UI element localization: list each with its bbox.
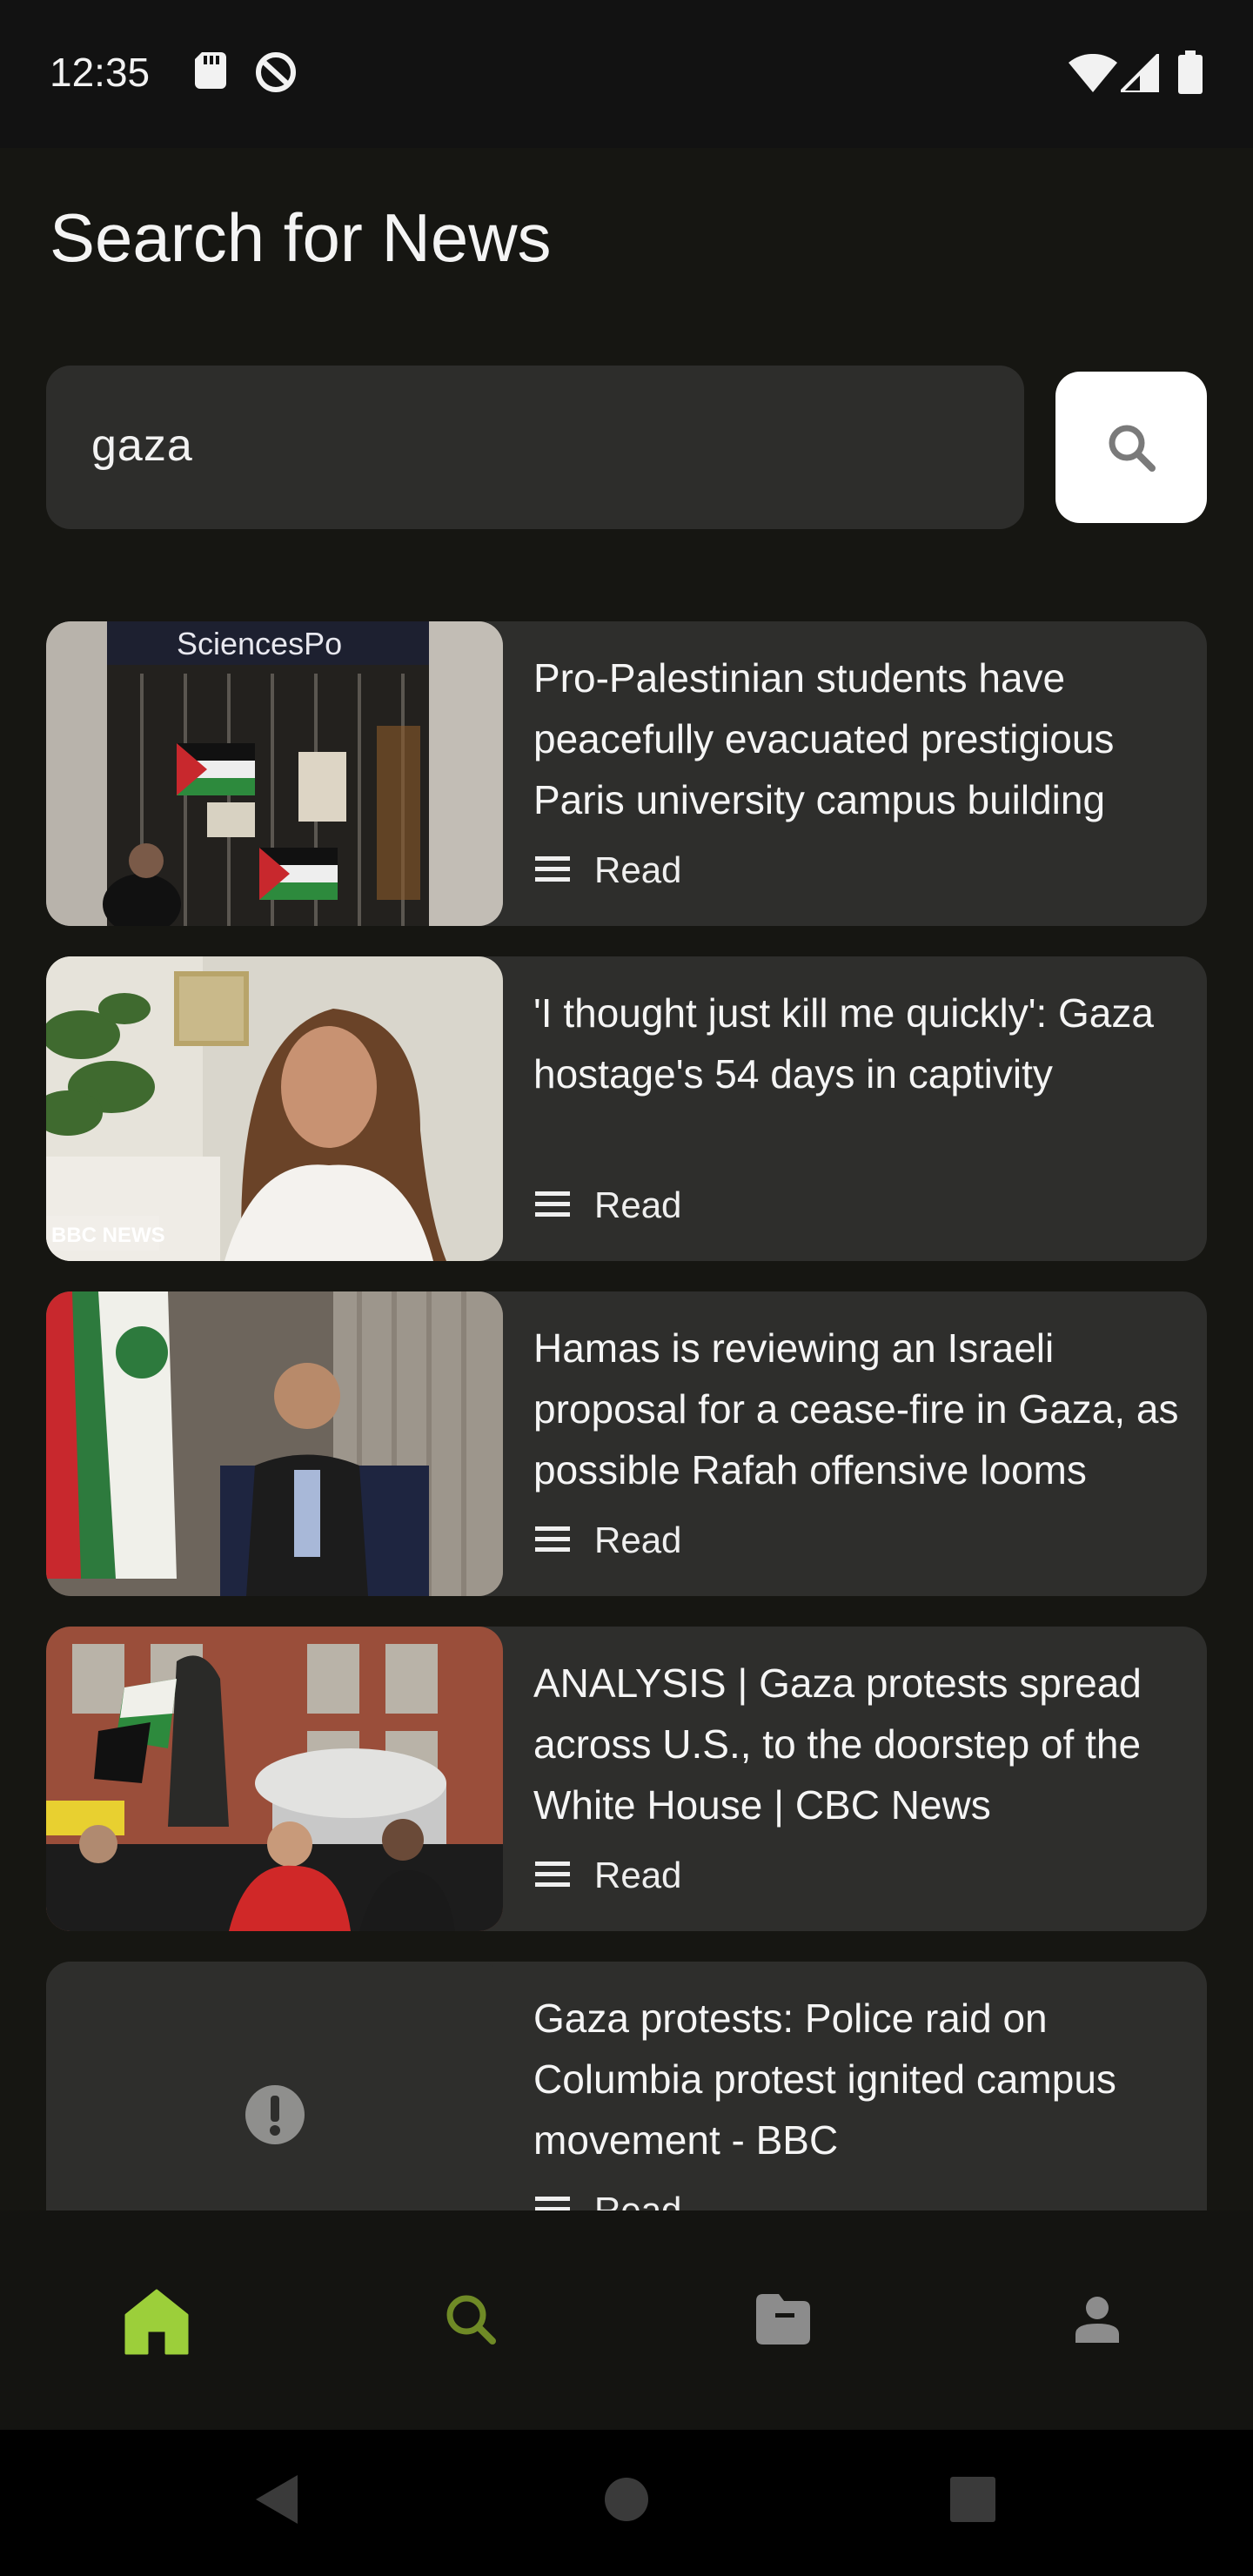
back-icon[interactable] [254,2473,299,2526]
thumbnail-logo-text: BBC NEWS [51,1224,165,1247]
status-time: 12:35 [50,50,151,95]
article-title[interactable]: 'I thought just kill me quickly': Gaza h… [533,983,1203,1104]
wifi-icon [1069,53,1117,97]
menu-lines-icon [535,2197,570,2210]
news-card[interactable]: Gaza protests: Police raid on Columbia p… [46,1962,1207,2210]
menu-lines-icon [535,856,570,882]
article-thumbnail-placeholder [46,1962,503,2210]
person-icon [1075,2297,1119,2343]
home-icon [124,2289,189,2355]
article-title[interactable]: Pro-Palestinian students have peacefully… [533,647,1203,830]
menu-lines-icon [535,1191,570,1217]
image-error-icon [245,2085,305,2144]
page-title: Search for News [50,199,552,276]
menu-lines-icon [535,1526,570,1552]
search-icon [1109,425,1156,472]
article-thumbnail: SciencesPo [46,621,503,926]
status-bar: 12:35 [0,0,1253,148]
article-title[interactable]: Hamas is reviewing an Israeli proposal f… [533,1318,1203,1500]
search-input[interactable]: gaza [46,366,1024,529]
nav-home[interactable] [124,2289,189,2359]
folder-icon [756,2294,810,2345]
article-title[interactable]: ANALYSIS | Gaza protests spread across U… [533,1653,1203,1835]
read-label: Read [594,849,682,890]
nav-saved[interactable] [756,2294,810,2349]
home-circle-icon[interactable] [604,2477,649,2522]
thumbnail-sign-text: SciencesPo [177,626,342,661]
menu-lines-icon [535,1862,570,1887]
news-feed[interactable]: SciencesPo Pro-Palestinian students have… [46,621,1207,2210]
news-card[interactable]: ANALYSIS | Gaza protests spread across U… [46,1627,1207,1931]
nav-search[interactable] [444,2292,498,2351]
article-thumbnail [46,1291,503,1596]
bottom-navigation [0,2210,1253,2430]
news-card[interactable]: SciencesPo Pro-Palestinian students have… [46,621,1207,926]
system-navigation-bar [0,2430,1253,2576]
read-label: Read [594,1519,682,1560]
data-saver-icon [254,50,298,98]
article-thumbnail: BBC NEWS [46,956,503,1261]
signal-icon [1116,50,1161,97]
read-label: Read [594,1855,682,1895]
nav-profile[interactable] [1075,2296,1119,2347]
article-title[interactable]: Gaza protests: Police raid on Columbia p… [533,1988,1203,2170]
news-card[interactable]: Hamas is reviewing an Israeli proposal f… [46,1291,1207,1596]
app-content: Search for News gaza SciencesPo Pro-Pale… [0,148,1253,2430]
search-button[interactable] [1055,372,1207,523]
sd-card-icon [195,52,226,93]
battery-icon [1178,50,1203,98]
article-thumbnail [46,1627,503,1931]
search-input-value: gaza [91,420,193,471]
search-icon [446,2295,496,2345]
read-label: Read [594,1184,682,1225]
news-card[interactable]: BBC NEWS 'I thought just kill me quickly… [46,956,1207,1261]
read-label: Read [594,2190,682,2210]
recents-icon[interactable] [950,2477,995,2522]
